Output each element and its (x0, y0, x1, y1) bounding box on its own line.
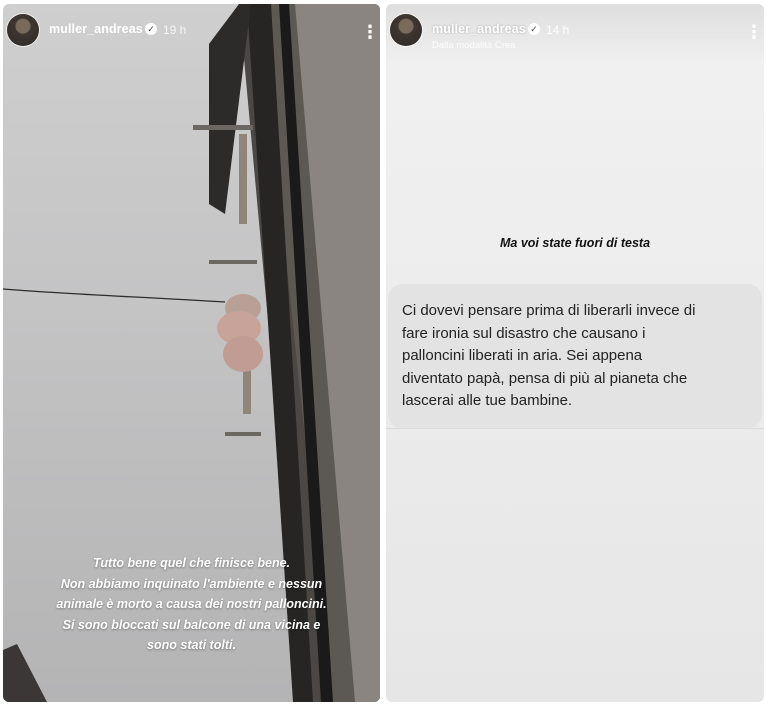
caption-line: Non abbiamo inquinato l'ambiente e nessu… (60, 576, 323, 591)
story-source-label: Dalla modalità Crea (432, 40, 516, 51)
username[interactable]: muller_andreas (432, 22, 526, 36)
message-line: diventato papà, pensa di più al pianeta … (402, 369, 688, 387)
caption-line: Tutto bene quel che finisce bene. (92, 556, 291, 570)
more-options-icon[interactable]: ⋮ (361, 22, 379, 42)
story-header: muller_andreas ✓ 19 h ⋮ (3, 4, 380, 64)
pole (209, 260, 257, 264)
pole (193, 125, 253, 130)
username[interactable]: muller_andreas (49, 22, 143, 36)
caption-line: animale è morto a causa dei nostri pallo… (56, 597, 327, 611)
more-options-icon[interactable]: ⋮ (745, 22, 763, 42)
story-headline: Ma voi state fuori di testa (499, 236, 651, 250)
caption-line: sono stati tolti. (147, 638, 236, 652)
story-right[interactable]: muller_andreas ✓ 14 h Dalla modalità Cre… (386, 4, 764, 702)
timestamp: 14 h (546, 23, 570, 37)
divider (386, 428, 764, 429)
avatar[interactable] (7, 14, 39, 46)
quoted-message-bubble: Ci dovevi pensare prima di liberarli inv… (388, 284, 762, 428)
pole (239, 134, 247, 224)
quoted-message-text: Ci dovevi pensare prima di liberarli inv… (402, 300, 752, 413)
message-line: palloncini liberati in aria. Sei appena (402, 347, 643, 364)
story-left[interactable]: muller_andreas ✓ 19 h ⋮ Tutto bene quel … (3, 4, 380, 702)
message-line: lascerai alle tue bambine. (402, 392, 573, 409)
verified-badge-icon: ✓ (528, 23, 540, 35)
wire (3, 288, 226, 303)
pole (225, 432, 261, 436)
message-line: fare ironia sul disastro che causano i (402, 324, 646, 342)
message-line: Ci dovevi pensare prima di liberarli inv… (402, 302, 696, 319)
balloon (223, 336, 263, 372)
caption-line: Si sono bloccati sul balcone di una vici… (62, 617, 321, 632)
story-header: muller_andreas ✓ 14 h Dalla modalità Cre… (386, 4, 764, 64)
story-caption: Tutto bene quel che finisce bene. Non ab… (13, 553, 370, 656)
avatar[interactable] (390, 14, 422, 46)
verified-badge-icon: ✓ (145, 23, 157, 35)
timestamp: 19 h (163, 23, 187, 37)
